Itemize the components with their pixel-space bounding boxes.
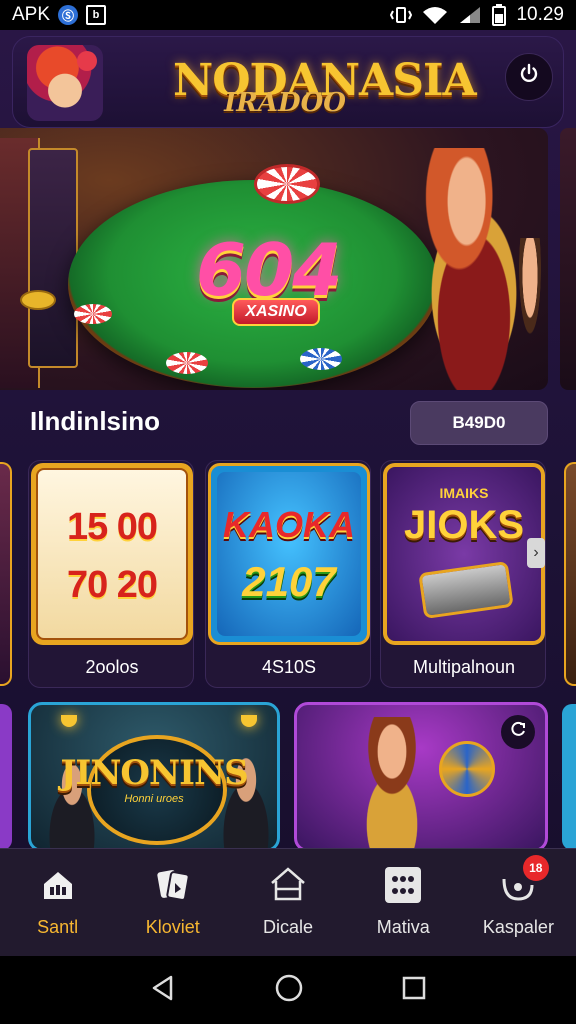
next-promo-peek[interactable]	[562, 704, 576, 850]
previous-promo-peek[interactable]	[0, 704, 12, 850]
nav-label: Santl	[37, 917, 79, 937]
status-app-label: APK	[12, 4, 51, 25]
game-card[interactable]: 15 00 70 20 2oolos	[28, 460, 194, 688]
power-icon	[517, 62, 541, 93]
chevron-right-icon[interactable]: ›	[527, 538, 545, 568]
notification-badge: 18	[522, 855, 549, 881]
reel-row: 15 00	[66, 506, 158, 548]
lamp-art	[61, 715, 77, 727]
previous-game-peek[interactable]	[0, 462, 12, 686]
slot-machine-art	[28, 148, 78, 368]
next-game-peek[interactable]	[564, 462, 576, 686]
system-nav-bar	[0, 956, 576, 1024]
game-card-label: 2oolos	[85, 657, 139, 677]
bottom-nav: Santl Kloviet Dicale Mativa 18 Kaspaler	[0, 848, 576, 956]
back-icon[interactable]	[149, 974, 177, 1007]
emblem-art	[418, 560, 514, 620]
game-card[interactable]: IMAIKS JIOKS Multipalnoun	[380, 460, 546, 688]
nav-label: Mativa	[376, 917, 430, 937]
next-banner-peek[interactable]	[560, 128, 576, 390]
hero-banner[interactable]: 604 XASINO	[0, 128, 548, 390]
grid-icon	[381, 863, 425, 907]
home-circle-icon[interactable]	[274, 973, 304, 1008]
chip-art	[300, 348, 342, 370]
slot-reels: 15 00 70 20	[36, 468, 188, 640]
game-card-art: 15 00 70 20	[31, 463, 193, 645]
app-screen: APK Ⓢ b 10.29 NODANASIA 604 XASINO IRADO…	[0, 0, 576, 1024]
battery-icon	[492, 4, 507, 26]
circle-badge-icon: Ⓢ	[58, 5, 79, 25]
game-card-subtitle: IMAIKS	[439, 485, 489, 501]
app-logo-subtitle: IRADOO	[224, 88, 346, 118]
game-card-art: IMAIKS JIOKS	[383, 463, 545, 645]
vibrate-icon	[390, 6, 413, 24]
nav-label: Dicale	[262, 917, 314, 937]
power-button[interactable]	[505, 53, 553, 101]
status-time: 10.29	[516, 4, 564, 25]
status-bar: APK Ⓢ b 10.29	[0, 0, 576, 30]
refresh-icon	[509, 721, 527, 744]
recents-icon[interactable]	[401, 975, 427, 1006]
home-icon	[36, 863, 80, 907]
nav-item-santl[interactable]: Santl	[0, 849, 115, 956]
chip-art	[166, 352, 208, 374]
cards-icon	[151, 863, 195, 907]
nav-item-kloviet[interactable]: Kloviet	[115, 849, 230, 956]
reel-row: 70 20	[66, 564, 158, 606]
game-card-art: KAOKA 2107	[208, 463, 370, 645]
character-art	[337, 717, 447, 849]
wifi-icon	[422, 5, 448, 25]
chip-stack-art	[254, 164, 320, 204]
signal-icon	[458, 5, 482, 25]
promo-card[interactable]: JINONINS Honni uroes	[28, 702, 280, 852]
refresh-button[interactable]	[501, 715, 535, 749]
nav-label: Kaspaler	[482, 917, 554, 937]
coin-art	[20, 290, 56, 310]
promo-card[interactable]	[294, 702, 548, 852]
hero-badge: XASINO	[232, 298, 320, 326]
flower-icon	[77, 51, 97, 71]
promo-subtitle: Honni uroes	[124, 793, 184, 805]
chip-art	[74, 304, 112, 324]
avatar[interactable]	[27, 45, 103, 121]
wheel-art	[439, 741, 495, 797]
nav-item-kaspaler[interactable]: 18 Kaspaler	[461, 849, 576, 956]
game-card-title: KAOKA	[223, 504, 355, 545]
game-card-label: Multipalnoun	[412, 657, 516, 677]
nav-item-dicale[interactable]: Dicale	[230, 849, 345, 956]
nav-label: Kloviet	[145, 917, 200, 937]
game-card-label: 4S10S	[261, 657, 317, 677]
section-button[interactable]: B49D0	[410, 401, 548, 445]
game-card-number: 2107	[242, 558, 336, 605]
square-badge-icon: b	[86, 5, 107, 25]
game-card-title: JIOKS	[403, 503, 525, 547]
nav-item-mativa[interactable]: Mativa	[346, 849, 461, 956]
game-card[interactable]: KAOKA 2107 4S10S	[205, 460, 371, 688]
character-art	[510, 238, 548, 388]
house-outline-icon	[266, 863, 310, 907]
section-title: Ilndinlsino	[30, 406, 160, 436]
lamp-art	[241, 715, 257, 727]
promo-title: JINONINS	[60, 753, 248, 793]
